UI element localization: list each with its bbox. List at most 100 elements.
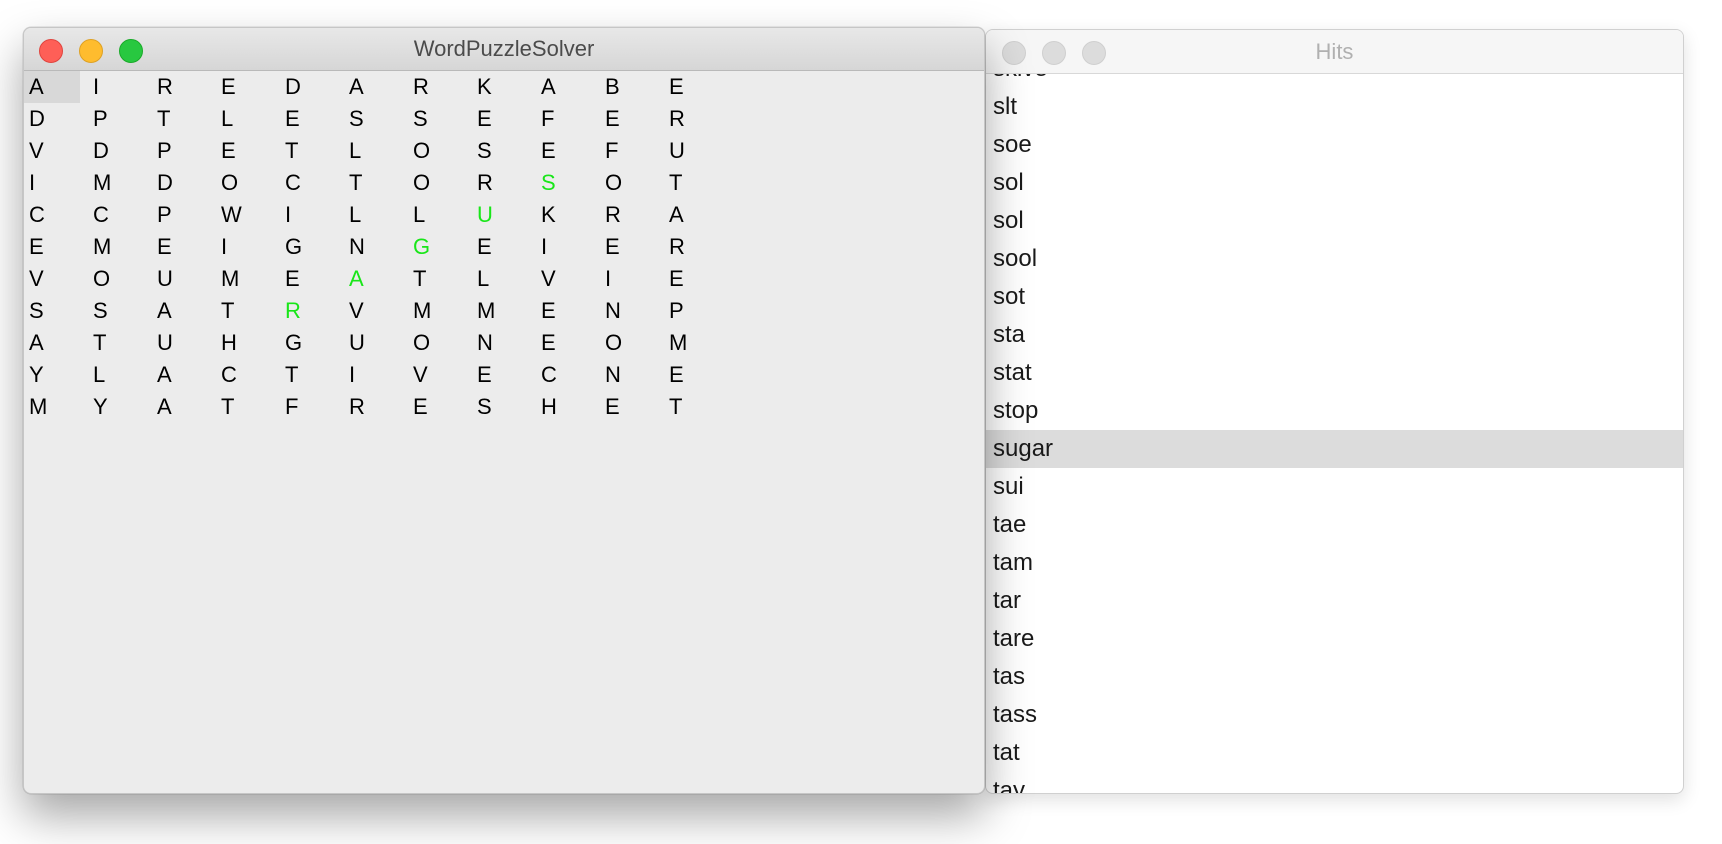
grid-cell[interactable]: O (600, 327, 656, 359)
grid-cell[interactable]: L (216, 103, 272, 135)
grid-cell[interactable]: E (280, 103, 336, 135)
grid-cell[interactable]: E (216, 135, 272, 167)
grid-cell[interactable]: E (536, 135, 592, 167)
grid-cell[interactable]: O (88, 263, 144, 295)
grid-cell[interactable]: Y (24, 359, 80, 391)
grid-cell[interactable]: E (472, 231, 528, 263)
grid-cell[interactable]: I (344, 359, 400, 391)
grid-cell[interactable]: V (344, 295, 400, 327)
grid-cell[interactable]: T (664, 391, 720, 423)
grid-cell[interactable]: M (88, 231, 144, 263)
list-item[interactable]: stop (986, 392, 1683, 430)
grid-cell[interactable]: D (88, 135, 144, 167)
grid-cell[interactable]: T (88, 327, 144, 359)
grid-cell[interactable]: P (664, 295, 720, 327)
grid-cell[interactable]: E (408, 391, 464, 423)
grid-cell[interactable]: I (216, 231, 272, 263)
list-item[interactable]: soe (986, 126, 1683, 164)
grid-cell[interactable]: N (472, 327, 528, 359)
grid-cell[interactable]: H (216, 327, 272, 359)
grid-cell[interactable]: I (280, 199, 336, 231)
grid-cell[interactable]: C (280, 167, 336, 199)
grid-cell[interactable]: V (24, 263, 80, 295)
grid-cell[interactable]: G (408, 231, 464, 263)
grid-cell[interactable]: D (280, 71, 336, 103)
grid-cell[interactable]: A (152, 295, 208, 327)
grid-cell[interactable]: O (408, 135, 464, 167)
grid-cell[interactable]: A (536, 71, 592, 103)
grid-cell[interactable]: E (536, 327, 592, 359)
grid-cell[interactable]: M (24, 391, 80, 423)
grid-cell[interactable]: T (408, 263, 464, 295)
hits-titlebar[interactable]: Hits (986, 30, 1683, 74)
grid-cell[interactable]: R (600, 199, 656, 231)
grid-cell[interactable]: G (280, 327, 336, 359)
grid-cell[interactable]: V (536, 263, 592, 295)
list-item[interactable]: sool (986, 240, 1683, 278)
grid-cell[interactable]: E (600, 391, 656, 423)
grid-cell[interactable]: B (600, 71, 656, 103)
grid-cell[interactable]: S (408, 103, 464, 135)
list-item[interactable]: tam (986, 544, 1683, 582)
grid-cell[interactable]: M (472, 295, 528, 327)
grid-cell[interactable]: D (152, 167, 208, 199)
grid-cell[interactable]: E (24, 231, 80, 263)
grid-cell[interactable]: L (472, 263, 528, 295)
grid-cell[interactable]: T (280, 359, 336, 391)
grid-cell[interactable]: E (472, 359, 528, 391)
list-item[interactable]: tass (986, 696, 1683, 734)
grid-cell[interactable]: I (24, 167, 80, 199)
list-item[interactable]: sui (986, 468, 1683, 506)
grid-cell[interactable]: W (216, 199, 272, 231)
grid-cell[interactable]: N (600, 359, 656, 391)
grid-cell[interactable]: Y (88, 391, 144, 423)
grid-cell[interactable]: E (536, 295, 592, 327)
list-item[interactable]: tat (986, 734, 1683, 772)
grid-cell[interactable]: E (664, 71, 720, 103)
list-item[interactable]: tae (986, 506, 1683, 544)
grid-cell[interactable]: C (88, 199, 144, 231)
grid-cell[interactable]: E (600, 103, 656, 135)
grid-cell[interactable]: S (24, 295, 80, 327)
grid-cell[interactable]: R (408, 71, 464, 103)
grid-cell[interactable]: M (664, 327, 720, 359)
grid-cell[interactable]: R (152, 71, 208, 103)
grid-cell[interactable]: I (536, 231, 592, 263)
grid-cell[interactable]: S (536, 167, 592, 199)
main-titlebar[interactable]: WordPuzzleSolver (24, 28, 984, 71)
grid-cell[interactable]: T (216, 295, 272, 327)
grid-cell[interactable]: L (408, 199, 464, 231)
grid-cell[interactable]: T (344, 167, 400, 199)
grid-cell[interactable]: R (664, 231, 720, 263)
grid-cell[interactable]: M (88, 167, 144, 199)
list-item[interactable]: tar (986, 582, 1683, 620)
grid-cell[interactable]: N (344, 231, 400, 263)
grid-cell[interactable]: E (664, 359, 720, 391)
grid-cell[interactable]: F (280, 391, 336, 423)
grid-cell[interactable]: A (152, 391, 208, 423)
grid-cell[interactable]: E (152, 231, 208, 263)
grid-cell[interactable]: A (344, 71, 400, 103)
grid-cell[interactable]: E (600, 231, 656, 263)
grid-cell[interactable]: V (24, 135, 80, 167)
list-item[interactable]: tare (986, 620, 1683, 658)
grid-cell[interactable]: E (664, 263, 720, 295)
grid-cell[interactable]: U (152, 263, 208, 295)
list-item[interactable]: skive (986, 74, 1683, 88)
grid-cell[interactable]: R (280, 295, 336, 327)
grid-cell[interactable]: R (664, 103, 720, 135)
grid-cell[interactable]: T (664, 167, 720, 199)
grid-cell[interactable]: H (536, 391, 592, 423)
list-item[interactable]: sta (986, 316, 1683, 354)
grid-cell[interactable]: U (152, 327, 208, 359)
list-item[interactable]: sol (986, 202, 1683, 240)
grid-cell[interactable]: S (472, 391, 528, 423)
grid-cell[interactable]: A (24, 327, 80, 359)
grid-cell[interactable]: L (344, 199, 400, 231)
grid-cell[interactable]: M (408, 295, 464, 327)
grid-cell[interactable]: L (88, 359, 144, 391)
list-item[interactable]: sugar (986, 430, 1683, 468)
grid-cell[interactable]: P (88, 103, 144, 135)
grid-cell[interactable]: K (472, 71, 528, 103)
hits-list[interactable]: skivesltsoesolsolsoolsotstastatstopsugar… (986, 74, 1683, 793)
